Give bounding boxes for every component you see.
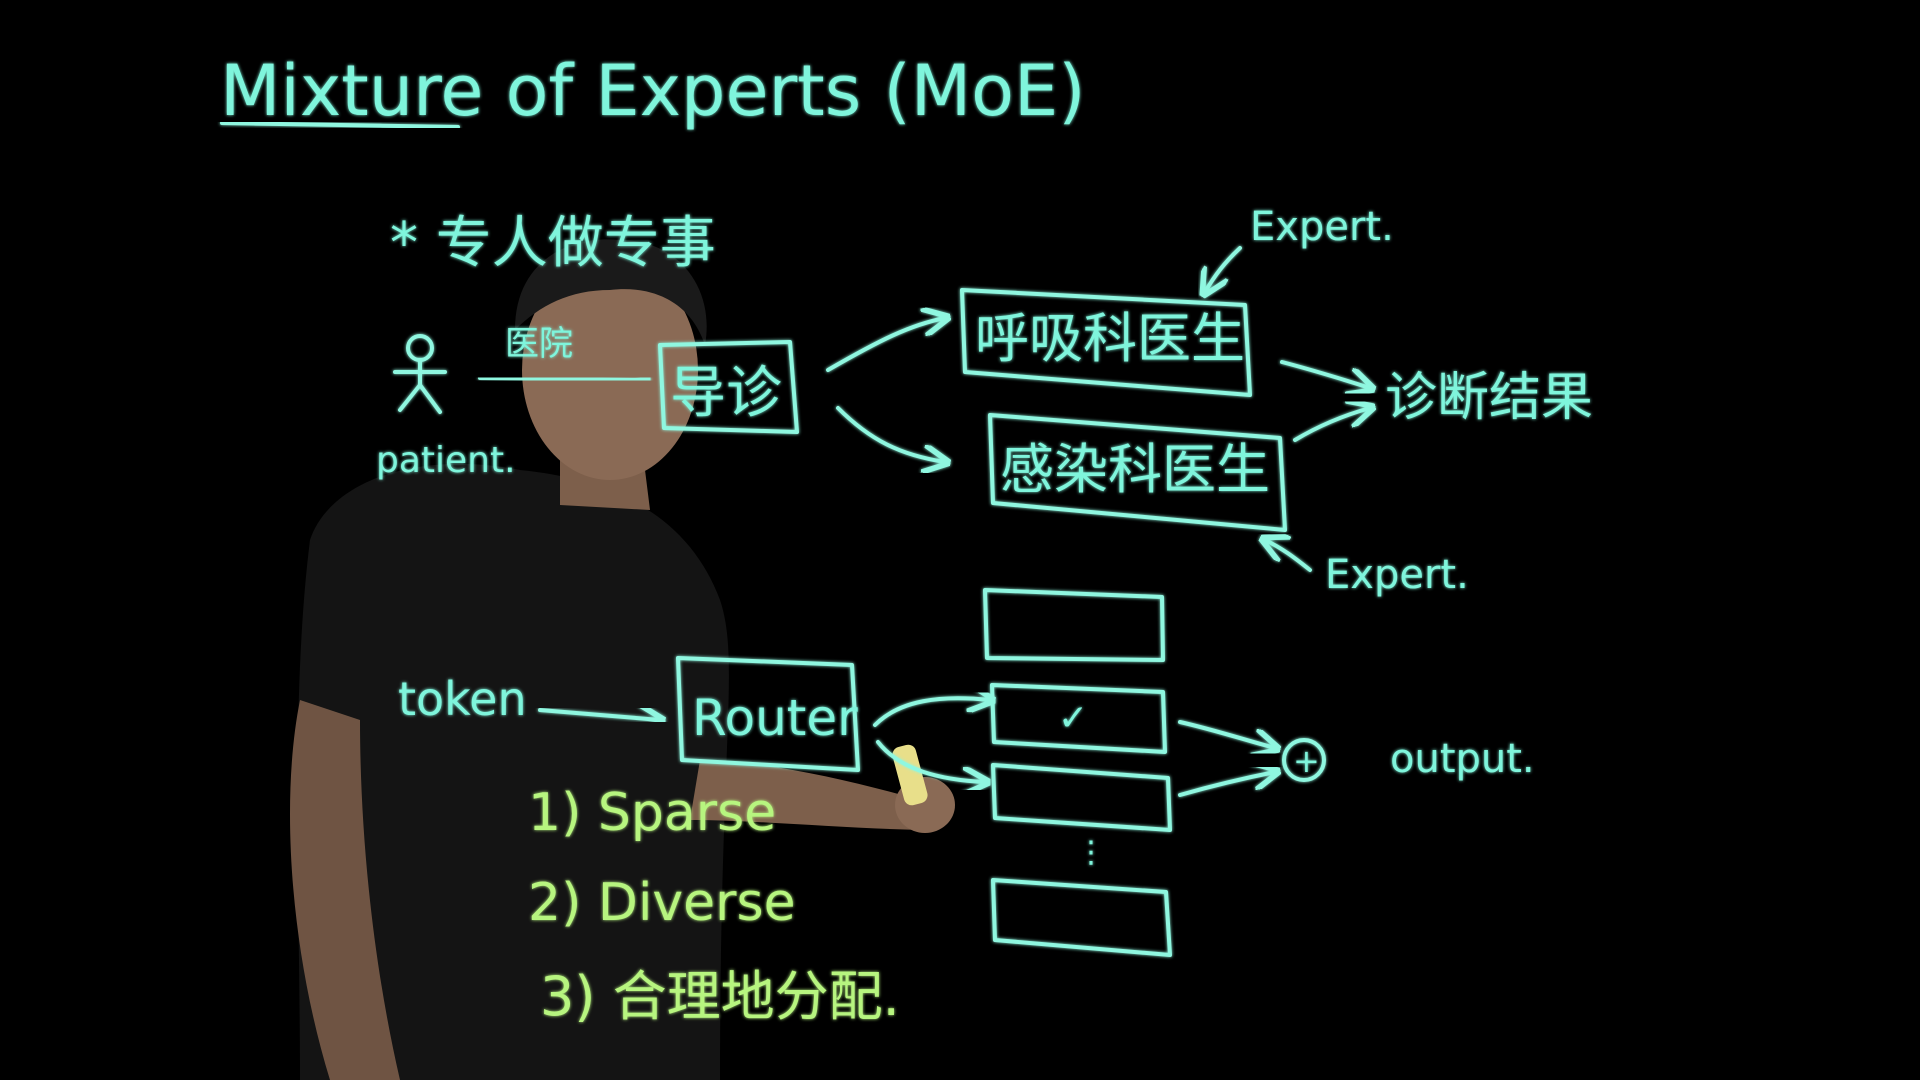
hospital-label: 医院 [505,324,573,364]
infection-doctor-label: 感染科医生 [1000,438,1270,501]
token-label: token [398,672,527,726]
output-label: output. [1390,736,1535,782]
router-label: Router [692,689,858,747]
expert2-to-sum-arrow [1178,720,1275,748]
respiratory-doctor-label: 呼吸科医生 [975,307,1245,370]
property-sparse: 1) Sparse [528,783,776,843]
expert-label-bottom: Expert. [1325,552,1469,598]
router-to-expert2-arrow [873,698,990,727]
expert-label-top: Expert. [1250,204,1394,250]
expert-bottom-arrow [1265,540,1312,572]
patient-to-triage-arrow [478,378,645,380]
lightboard-canvas: Mixture of Experts (MoE) * 专人做专事 patient… [220,50,1593,1080]
presenter [290,239,955,1080]
infection-to-diagnosis-arrow [1293,408,1370,442]
property-allocation: 3) 合理地分配. [540,965,900,1028]
expert-slot-1 [983,588,1165,662]
expert-top-arrow [1205,246,1242,292]
triage-to-respiratory-arrow [826,318,945,372]
sum-symbol: + [1293,742,1320,780]
router-to-expert3-arrow [876,740,985,782]
diagnosis-result-label: 诊断结果 [1385,368,1593,428]
expert-slot-2-check: ✓ [1058,698,1088,739]
subtitle-note: * 专人做专事 [390,211,716,276]
board-title: Mixture of Experts (MoE) [220,50,1086,132]
patient-label: patient. [376,440,516,481]
expert-slot-4 [991,878,1172,957]
respiratory-to-diagnosis-arrow [1280,360,1370,388]
expert3-to-sum-arrow [1178,772,1275,797]
expert-slot-3 [991,763,1172,832]
triage-to-infection-arrow [836,406,945,462]
property-diverse: 2) Diverse [528,873,796,933]
expert-slots-ellipsis: ⋮ [1076,835,1106,870]
patient-figure-icon [393,334,447,414]
triage-label: 导诊 [670,361,782,426]
